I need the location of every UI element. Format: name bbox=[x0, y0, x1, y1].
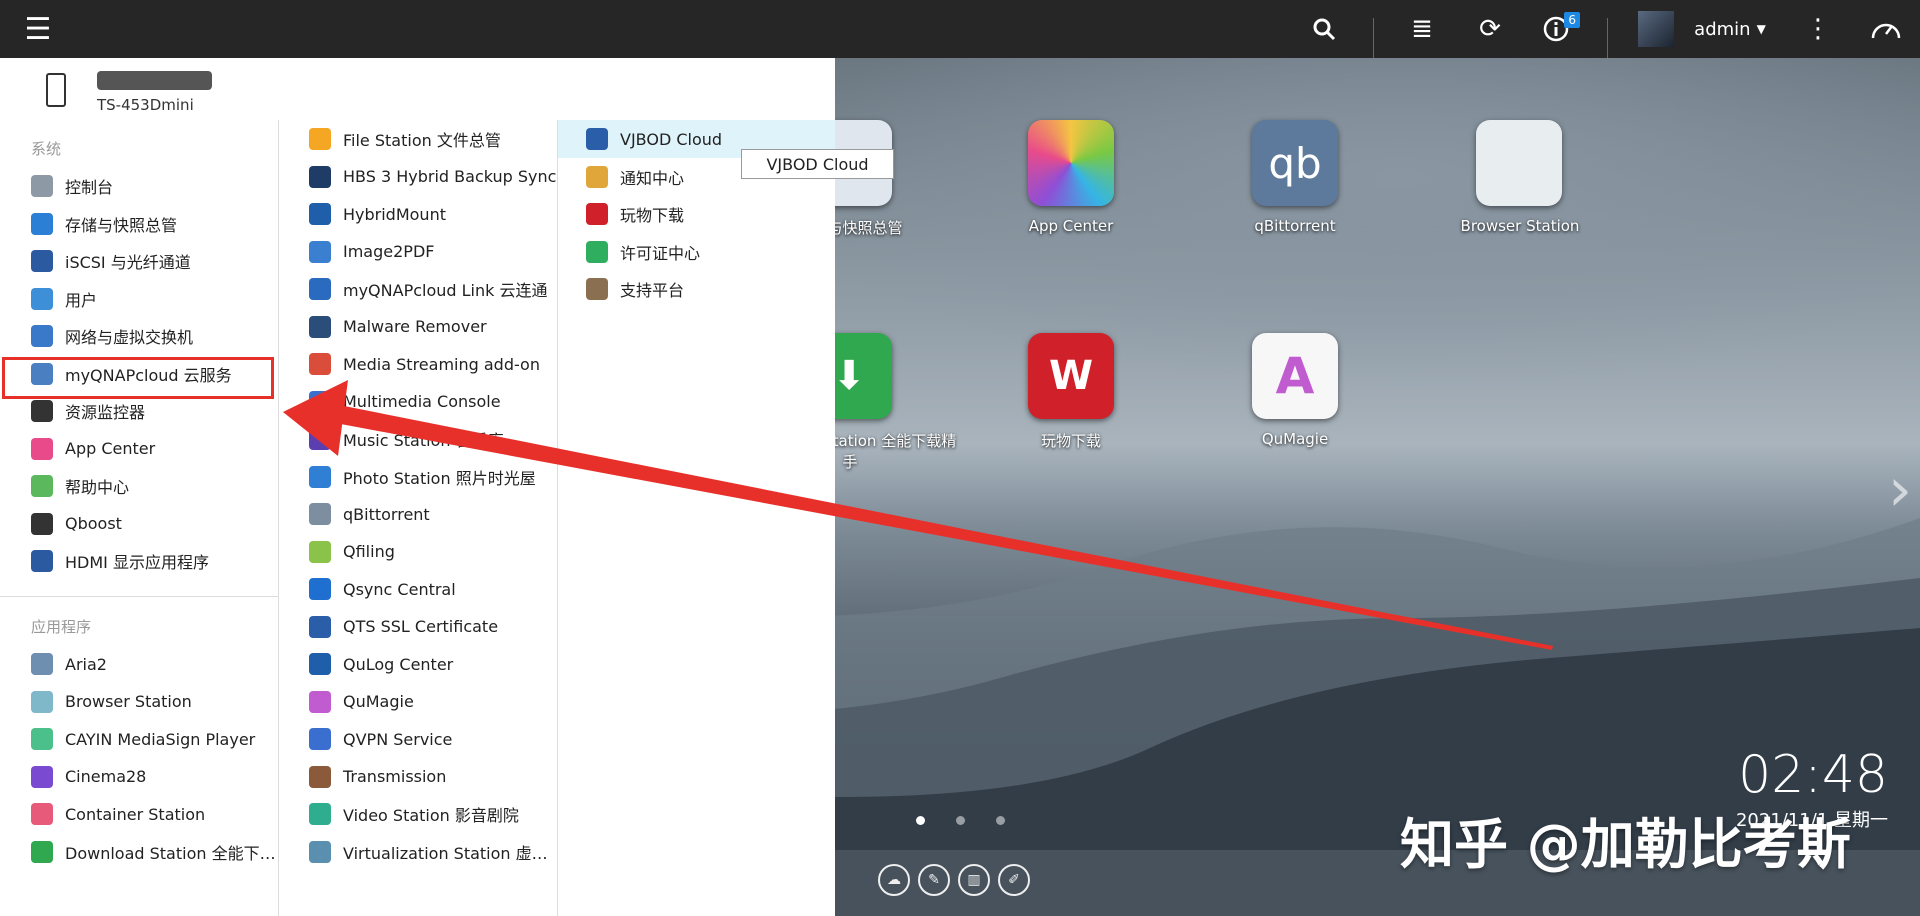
annotation-arrow bbox=[283, 380, 1553, 650]
